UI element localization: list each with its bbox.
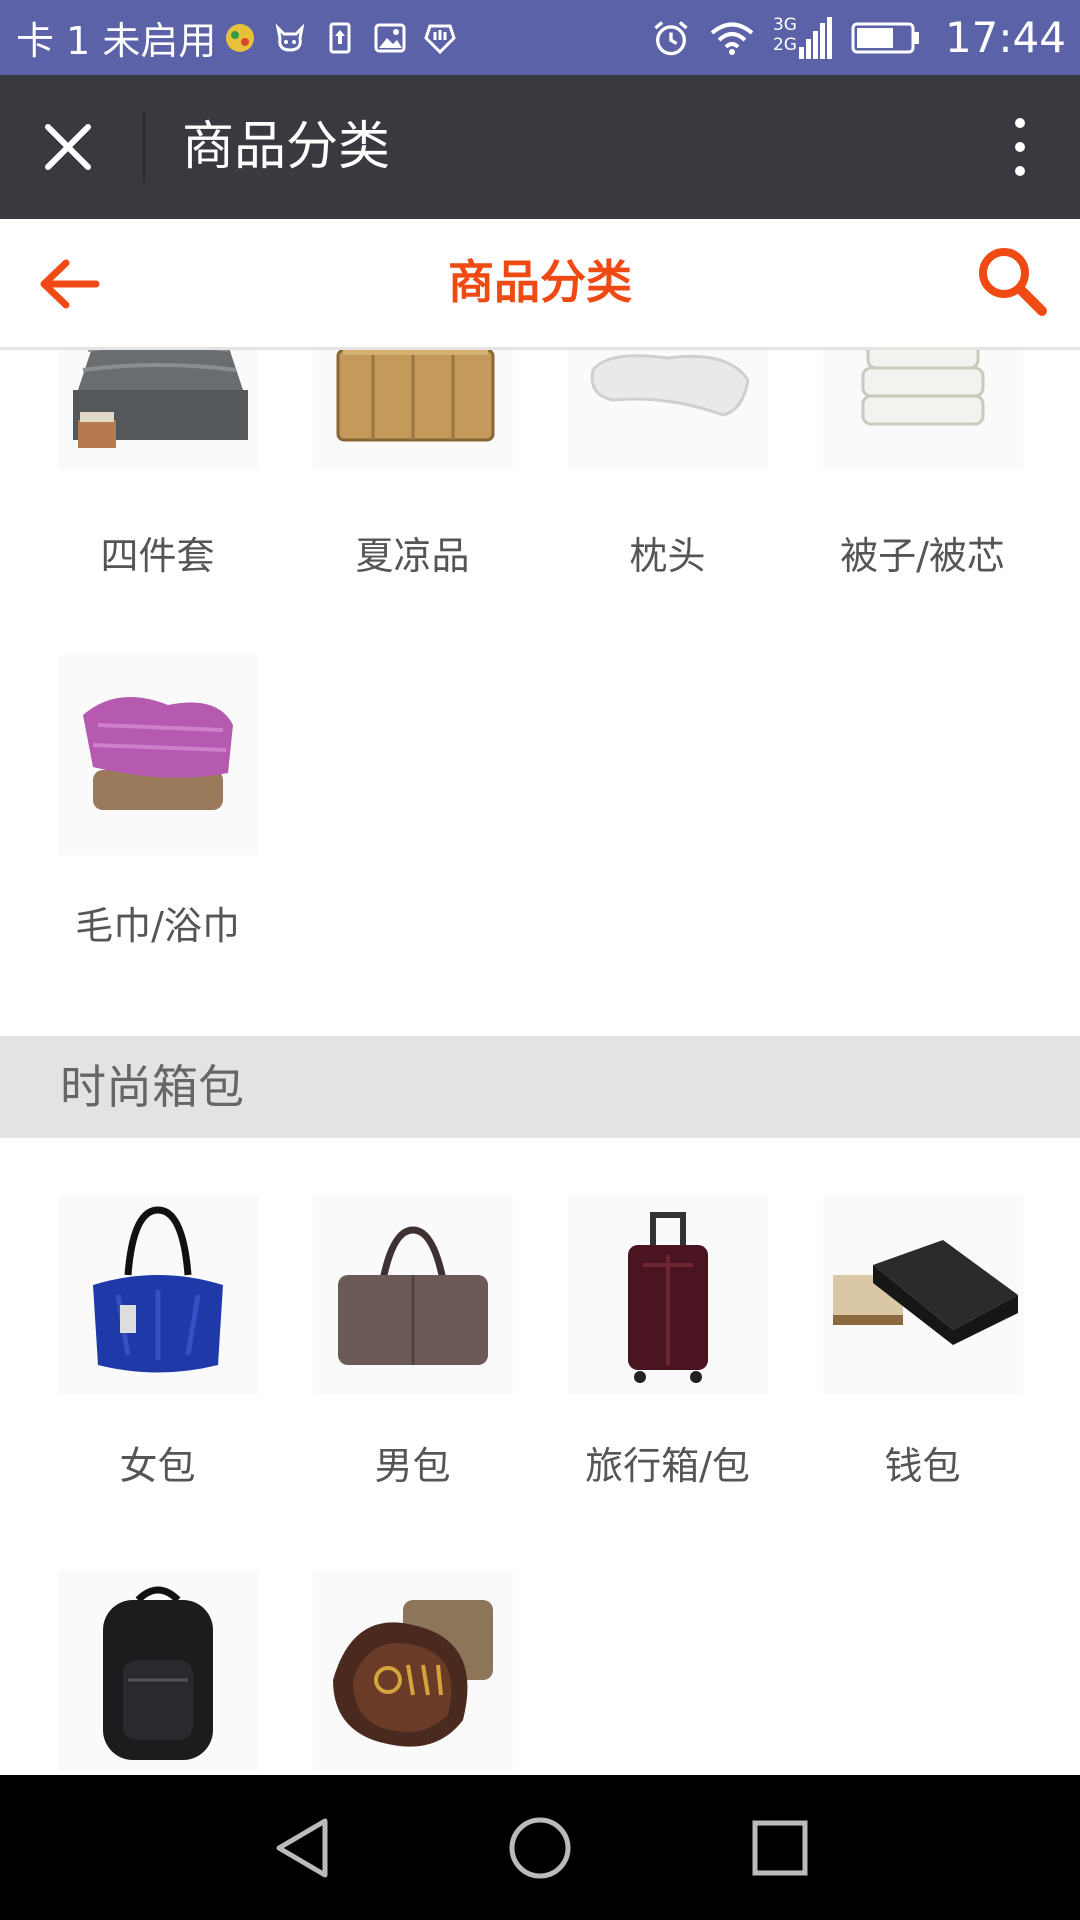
- category-label: 毛巾/浴巾: [75, 904, 240, 948]
- cow-icon: [275, 22, 305, 52]
- app-notification-icon: [226, 23, 255, 52]
- category-image-summer-mat: [312, 350, 513, 470]
- category-image-wallet: [822, 1195, 1023, 1395]
- more-vert-icon[interactable]: [1008, 115, 1032, 179]
- category-image-mens-bag: [312, 1195, 513, 1395]
- category-label: 男包: [374, 1444, 451, 1488]
- page-header: 商品分类: [0, 219, 1080, 350]
- system-icons: 3G 2G 17:44: [651, 0, 1066, 75]
- status-bar: 卡 1 未启用 3G 2G 17:44: [0, 0, 1080, 75]
- system-nav-bar: [0, 1775, 1080, 1920]
- carrier-label: 卡 1 未启用: [16, 19, 217, 63]
- recents-square-icon[interactable]: [745, 1813, 815, 1883]
- image-icon: [374, 23, 406, 52]
- section-title: 时尚箱包: [60, 1060, 244, 1114]
- webview-header: 商品分类: [0, 75, 1080, 219]
- category-image-womens-bag: [57, 1195, 258, 1395]
- category-list[interactable]: 四件套 夏凉品 枕头 被子/被芯 毛巾/浴巾 时尚箱包 女包 男包 旅行箱/包 …: [0, 350, 1080, 1775]
- category-label: 旅行箱/包: [585, 1444, 750, 1488]
- category-image-pillow: [567, 350, 768, 470]
- category-label: 四件套: [100, 534, 215, 578]
- battery-icon: [851, 22, 919, 53]
- page-title: 商品分类: [448, 255, 632, 309]
- category-image-suitcase: [567, 1195, 768, 1395]
- webview-title: 商品分类: [182, 117, 391, 177]
- back-triangle-icon[interactable]: [267, 1813, 337, 1883]
- category-image-quilt: [822, 350, 1023, 470]
- category-image-towel: [57, 655, 258, 855]
- section-header: 时尚箱包: [0, 1036, 1080, 1138]
- notification-icons: [222, 20, 458, 56]
- close-icon[interactable]: [38, 117, 98, 177]
- category-image-backpack: [57, 1570, 258, 1770]
- search-icon[interactable]: [972, 241, 1052, 321]
- upload-icon: [329, 22, 351, 53]
- home-circle-icon[interactable]: [505, 1813, 575, 1883]
- hand-icon: [424, 24, 457, 54]
- category-label: 夏凉品: [355, 534, 470, 578]
- wifi-icon: [710, 22, 754, 55]
- alarm-icon: [654, 20, 688, 55]
- category-label: 钱包: [884, 1444, 961, 1488]
- network-type: 3G 2G: [772, 14, 797, 55]
- signal-icon: 3G 2G: [773, 13, 833, 63]
- header-divider: [143, 111, 145, 183]
- category-label: 女包: [119, 1444, 196, 1488]
- clock: 17:44: [944, 13, 1066, 62]
- category-label: 枕头: [629, 534, 706, 578]
- category-label: 被子/被芯: [840, 534, 1005, 578]
- category-image-key-pouch: [312, 1570, 513, 1770]
- category-image-bedding-set: [57, 350, 258, 470]
